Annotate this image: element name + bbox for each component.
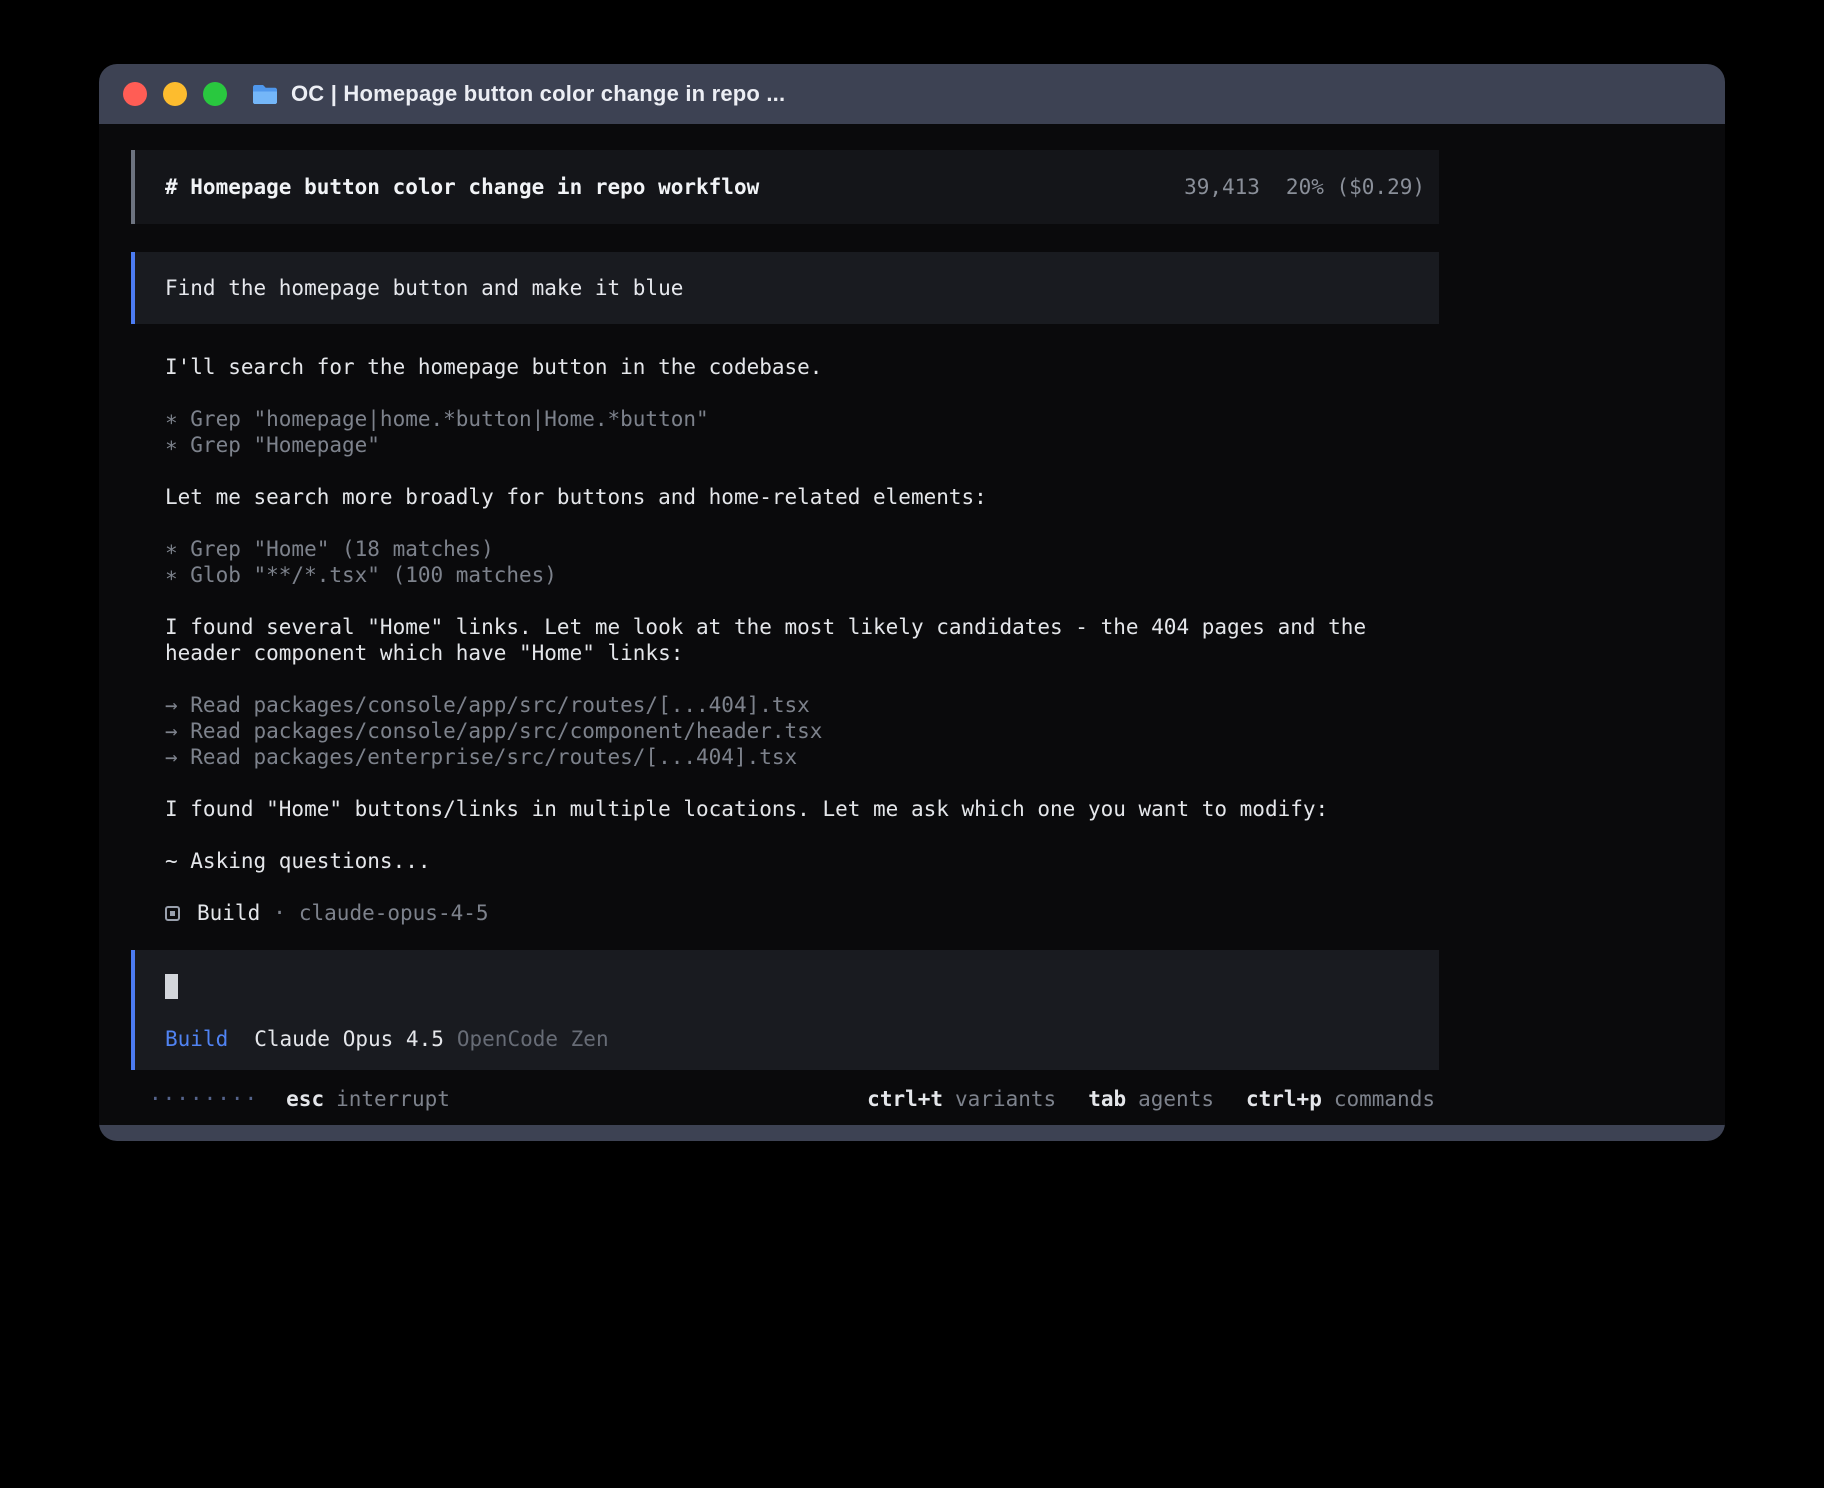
user-message: Find the homepage button and make it blu… <box>131 252 1439 324</box>
assistant-text-line: I'll search for the homepage button in t… <box>165 354 1439 380</box>
hint-key: tab <box>1088 1086 1126 1112</box>
token-count: 39,413 <box>1184 174 1260 200</box>
hint-label: agents <box>1138 1086 1214 1112</box>
traffic-lights <box>123 82 227 106</box>
hint-label: interrupt <box>336 1086 450 1112</box>
assistant-text-line: I found several "Home" links. Let me loo… <box>165 614 1439 666</box>
assistant-text-line: I found "Home" buttons/links in multiple… <box>165 796 1439 822</box>
separator-dot: · <box>273 900 286 926</box>
tool-call-line: ∗ Glob "**/*.tsx" (100 matches) <box>165 562 1439 588</box>
assistant-text-line: ~ Asking questions... <box>165 848 1439 874</box>
tool-call-group: → Read packages/console/app/src/routes/[… <box>165 692 1439 770</box>
hint-label: commands <box>1334 1086 1435 1112</box>
keyboard-hint-interrupt: esc interrupt <box>286 1086 450 1112</box>
spinner-dots: ········ <box>149 1086 258 1112</box>
keyboard-hint-commands: ctrl+p commands <box>1246 1086 1435 1112</box>
keyboard-hint-agents: tab agents <box>1088 1086 1214 1112</box>
context-usage: 20% ($0.29) <box>1286 174 1425 200</box>
tool-call-line: ∗ Grep "Homepage" <box>165 432 1439 458</box>
assistant-paragraph: ~ Asking questions... <box>165 848 1439 874</box>
assistant-paragraph: I found several "Home" links. Let me loo… <box>165 614 1439 666</box>
hint-key: esc <box>286 1086 324 1112</box>
input-provider-label: OpenCode Zen <box>457 1026 609 1052</box>
folder-icon <box>251 83 279 106</box>
window-titlebar: OC | Homepage button color change in rep… <box>99 64 1725 124</box>
build-agent-icon <box>165 906 180 921</box>
tool-call-line: ∗ Grep "Home" (18 matches) <box>165 536 1439 562</box>
tool-call-line: ∗ Grep "homepage|home.*button|Home.*butt… <box>165 406 1439 432</box>
tool-call-line: → Read packages/console/app/src/routes/[… <box>165 692 1439 718</box>
assistant-text-line: Let me search more broadly for buttons a… <box>165 484 1439 510</box>
terminal-window: OC | Homepage button color change in rep… <box>99 64 1725 1141</box>
input-model-label: Claude Opus 4.5 <box>254 1026 444 1052</box>
hint-label: variants <box>955 1086 1056 1112</box>
tool-call-line: → Read packages/console/app/src/componen… <box>165 718 1439 744</box>
close-button[interactable] <box>123 82 147 106</box>
transcript: I'll search for the homepage button in t… <box>131 354 1439 874</box>
input-agent-label: Build <box>165 1026 228 1052</box>
agent-name: Build <box>197 900 260 926</box>
footer-left: ········ esc interrupt <box>149 1086 450 1112</box>
user-message-text: Find the homepage button and make it blu… <box>165 275 1425 301</box>
zoom-button[interactable] <box>203 82 227 106</box>
keyboard-hint-variants: ctrl+t variants <box>867 1086 1056 1112</box>
window-title: OC | Homepage button color change in rep… <box>291 81 785 107</box>
hint-key: ctrl+p <box>1246 1086 1322 1112</box>
session-title: # Homepage button color change in repo w… <box>165 174 759 200</box>
assistant-paragraph: I found "Home" buttons/links in multiple… <box>165 796 1439 822</box>
tool-call-group: ∗ Grep "homepage|home.*button|Home.*butt… <box>165 406 1439 458</box>
assistant-paragraph: Let me search more broadly for buttons a… <box>165 484 1439 510</box>
prompt-input[interactable]: Build Claude Opus 4.5 OpenCode Zen <box>131 950 1439 1070</box>
minimize-button[interactable] <box>163 82 187 106</box>
session-header: # Homepage button color change in repo w… <box>131 150 1439 224</box>
agent-status: Build · claude-opus-4-5 <box>131 900 1439 926</box>
status-footer: ········ esc interrupt ctrl+t variants tab… <box>131 1086 1439 1112</box>
assistant-paragraph: I'll search for the homepage button in t… <box>165 354 1439 380</box>
agent-model: claude-opus-4-5 <box>299 900 489 926</box>
session-meta: 39,413 20% ($0.29) <box>1184 174 1425 200</box>
keyboard-hints: ctrl+t variants tab agents ctrl+p commands <box>867 1086 1435 1112</box>
terminal-content: # Homepage button color change in repo w… <box>99 124 1725 1125</box>
tool-call-group: ∗ Grep "Home" (18 matches)∗ Glob "**/*.t… <box>165 536 1439 588</box>
text-cursor <box>165 974 178 999</box>
hint-key: ctrl+t <box>867 1086 943 1112</box>
tool-call-line: → Read packages/enterprise/src/routes/[.… <box>165 744 1439 770</box>
input-status-row: Build Claude Opus 4.5 OpenCode Zen <box>165 1026 1425 1052</box>
